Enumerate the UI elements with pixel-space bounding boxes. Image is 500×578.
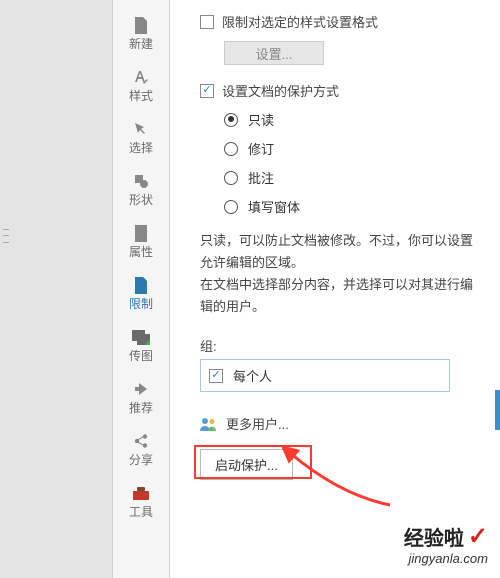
sidebar-item-label: 属性	[129, 246, 153, 258]
radio-form[interactable]: 填写窗体	[224, 197, 484, 216]
radio-label: 填写窗体	[248, 197, 300, 216]
sidebar-item-style[interactable]: 样式	[113, 58, 169, 110]
sidebar-item-label: 形状	[129, 194, 153, 206]
group-label: 组:	[200, 336, 484, 355]
sidebar-item-label: 限制	[129, 298, 153, 310]
radio-icon	[224, 142, 238, 156]
select-icon	[132, 120, 150, 138]
restrict-icon	[132, 276, 150, 294]
sidebar-item-recommend[interactable]: 推荐	[113, 370, 169, 422]
sidebar-item-shape[interactable]: 形状	[113, 162, 169, 214]
protect-radio-group: 只读 修订 批注 填写窗体	[224, 110, 484, 216]
desc-line-1: 只读，可以防止文档被修改。不过，你可以设置允许编辑的区域。	[200, 230, 484, 274]
desc-line-2: 在文档中选择部分内容，并选择可以对其进行编辑的用户。	[200, 274, 484, 318]
sidebar-item-new[interactable]: 新建	[113, 6, 169, 58]
radio-icon	[224, 113, 238, 127]
radio-revision[interactable]: 修订	[224, 139, 484, 158]
settings-button: 设置...	[224, 41, 324, 65]
sidebar-item-tools[interactable]: 工具	[113, 474, 169, 526]
radio-readonly[interactable]: 只读	[224, 110, 484, 129]
annotation-arrow	[280, 445, 400, 515]
radio-icon	[224, 171, 238, 185]
share-icon	[132, 432, 150, 450]
sidebar: 新建 样式 选择 形状 属性	[113, 0, 170, 578]
property-icon	[132, 224, 150, 242]
sidebar-item-label: 传图	[129, 350, 153, 362]
style-icon	[132, 68, 150, 86]
main-panel: 限制对选定的样式设置格式 设置... 设置文档的保护方式 只读 修订 批注 填写…	[170, 0, 500, 578]
sidebar-item-label: 新建	[129, 38, 153, 50]
more-users-label: 更多用户...	[226, 414, 289, 433]
sidebar-item-upload[interactable]: 传图	[113, 318, 169, 370]
protect-mode-label: 设置文档的保护方式	[222, 81, 339, 100]
shape-icon	[132, 172, 150, 190]
protect-description: 只读，可以防止文档被修改。不过，你可以设置允许编辑的区域。 在文档中选择部分内容…	[200, 230, 484, 318]
left-gutter	[0, 0, 113, 578]
sidebar-item-restrict[interactable]: 限制	[113, 266, 169, 318]
upload-image-icon	[132, 328, 150, 346]
file-new-icon	[132, 16, 150, 34]
group-everyone-label: 每个人	[233, 366, 272, 385]
toolbox-icon	[132, 484, 150, 502]
users-icon	[200, 417, 218, 431]
protect-mode-checkbox[interactable]	[200, 84, 214, 98]
radio-icon	[224, 200, 238, 214]
more-users-link[interactable]: 更多用户...	[200, 414, 484, 433]
watermark-text: 经验啦	[404, 522, 464, 551]
sidebar-item-select[interactable]: 选择	[113, 110, 169, 162]
restrict-format-label: 限制对选定的样式设置格式	[222, 12, 378, 31]
recommend-icon	[132, 380, 150, 398]
gutter-handle[interactable]	[2, 226, 10, 246]
watermark-url: jingyanla.com	[404, 551, 488, 566]
group-everyone-checkbox[interactable]	[209, 369, 223, 383]
sidebar-item-property[interactable]: 属性	[113, 214, 169, 266]
radio-comment[interactable]: 批注	[224, 168, 484, 187]
radio-label: 批注	[248, 168, 274, 187]
protect-mode-row[interactable]: 设置文档的保护方式	[200, 81, 484, 100]
watermark: 经验啦 ✓ jingyanla.com	[404, 522, 488, 566]
sidebar-item-label: 样式	[129, 90, 153, 102]
right-edge-tab[interactable]	[495, 390, 500, 430]
restrict-format-checkbox[interactable]	[200, 15, 214, 29]
sidebar-item-share[interactable]: 分享	[113, 422, 169, 474]
restrict-format-row[interactable]: 限制对选定的样式设置格式	[200, 12, 484, 31]
group-list[interactable]: 每个人	[200, 359, 450, 392]
check-icon: ✓	[468, 522, 488, 551]
radio-label: 修订	[248, 139, 274, 158]
start-protect-button[interactable]: 启动保护...	[200, 449, 293, 480]
sidebar-item-label: 选择	[129, 142, 153, 154]
sidebar-item-label: 工具	[129, 506, 153, 518]
radio-label: 只读	[248, 110, 274, 129]
sidebar-item-label: 分享	[129, 454, 153, 466]
sidebar-item-label: 推荐	[129, 402, 153, 414]
